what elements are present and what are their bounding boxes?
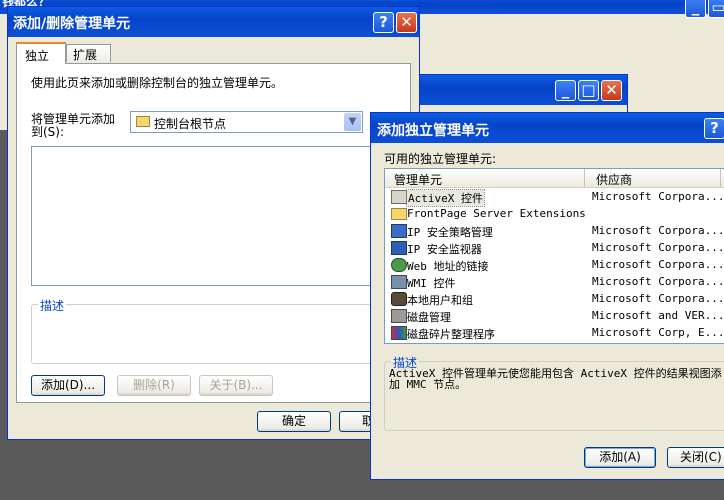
standalone-title: 添加独立管理单元 <box>377 123 489 139</box>
wmi-control-icon <box>391 275 407 289</box>
standalone-description-group: 描述 ActiveX 控件管理单元使您能用包含 ActiveX 控件的结果视图添… <box>384 354 724 431</box>
add-remove-titlebar[interactable]: 添加/删除管理单元 <box>8 7 419 37</box>
background-minimize-button[interactable]: _ <box>685 0 706 18</box>
snapin-listbox[interactable] <box>31 146 376 286</box>
list-header: 管理单元 供应商 <box>385 169 724 188</box>
middle-maximize-button[interactable]: □ <box>578 80 599 101</box>
disk-management-icon <box>391 309 407 323</box>
description-title: 描述 <box>38 297 67 314</box>
middle-minimize-button[interactable]: _ <box>555 80 576 101</box>
list-item[interactable]: Web 地址的链接 Microsoft Corpora... <box>385 257 724 274</box>
add-remove-title: 添加/删除管理单元 <box>13 16 131 32</box>
local-users-icon <box>391 292 407 306</box>
standalone-description-text: ActiveX 控件管理单元使您能用包含 ActiveX 控件的结果视图添 加 … <box>389 367 722 391</box>
instruction-text: 使用此页来添加或删除控制台的独立管理单元。 <box>31 76 284 90</box>
add-standalone-snapin-dialog: 添加独立管理单元 ? 可用的独立管理单元: 管理单元 供应商 ActiveX 控… <box>370 112 724 480</box>
ok-button[interactable]: 确定 <box>257 411 331 432</box>
snapin-list[interactable]: 管理单元 供应商 ActiveX 控件 Microsoft Corpora...… <box>384 168 724 344</box>
add-button[interactable]: 添加(D)... <box>31 375 105 396</box>
available-label: 可用的独立管理单元: <box>384 152 497 166</box>
standalone-titlebar[interactable]: 添加独立管理单元 <box>371 113 724 143</box>
list-item[interactable]: 磁盘管理 Microsoft and VER... <box>385 308 724 325</box>
list-item[interactable]: WMI 控件 Microsoft Corpora... <box>385 274 724 291</box>
close-button[interactable]: ✕ <box>396 12 417 33</box>
list-item[interactable]: 磁盘碎片整理程序 Microsoft Corp, E... <box>385 325 724 342</box>
about-button[interactable]: 关于(B)... <box>199 375 273 396</box>
add-to-label: 将管理单元添加 到(S): <box>31 112 116 139</box>
background-restore-button[interactable]: ▭ <box>708 0 724 18</box>
list-item[interactable]: IP 安全策略管理 Microsoft Corpora... <box>385 223 724 240</box>
list-item[interactable]: IP 安全监视器 Microsoft Corpora... <box>385 240 724 257</box>
ip-security-monitor-icon <box>391 241 407 255</box>
tab-extensions-label: 扩展 <box>73 48 98 62</box>
web-link-icon <box>391 258 407 272</box>
description-group: 描述 <box>31 297 376 364</box>
ip-security-policy-icon <box>391 224 407 238</box>
column-header-snapin[interactable]: 管理单元 <box>385 169 585 187</box>
standalone-close-button[interactable]: 关闭(C) <box>667 447 724 468</box>
list-item[interactable]: FrontPage Server Extensions <box>385 206 724 223</box>
list-item[interactable]: 本地用户和组 Microsoft Corpora... <box>385 291 724 308</box>
tab-standalone[interactable]: 独立 <box>16 42 66 64</box>
column-header-vendor[interactable]: 供应商 <box>586 169 721 187</box>
standalone-add-button[interactable]: 添加(A) <box>584 447 656 468</box>
standalone-help-button[interactable]: ? <box>704 118 724 139</box>
add-to-dropdown[interactable]: 控制台根节点 ▼ <box>130 111 363 133</box>
add-to-value: 控制台根节点 <box>154 117 227 131</box>
activex-icon <box>391 190 407 204</box>
chevron-down-icon[interactable]: ▼ <box>344 113 361 131</box>
tab-extensions[interactable]: 扩展 <box>66 44 111 62</box>
add-remove-snapin-dialog: 添加/删除管理单元 ? ✕ 独立 扩展 使用此页来添加或删除控制台的独立管理单元… <box>7 6 420 440</box>
folder-icon <box>391 208 407 220</box>
tab-standalone-label: 独立 <box>25 49 50 63</box>
folder-icon <box>136 116 150 127</box>
list-item[interactable]: ActiveX 控件 Microsoft Corpora... <box>385 189 724 207</box>
defragmenter-icon <box>391 326 407 340</box>
tab-page: 使用此页来添加或删除控制台的独立管理单元。 将管理单元添加 到(S): 控制台根… <box>16 63 411 403</box>
help-button[interactable]: ? <box>373 12 394 33</box>
remove-button[interactable]: 删除(R) <box>117 375 191 396</box>
middle-close-button[interactable]: ✕ <box>601 80 622 101</box>
